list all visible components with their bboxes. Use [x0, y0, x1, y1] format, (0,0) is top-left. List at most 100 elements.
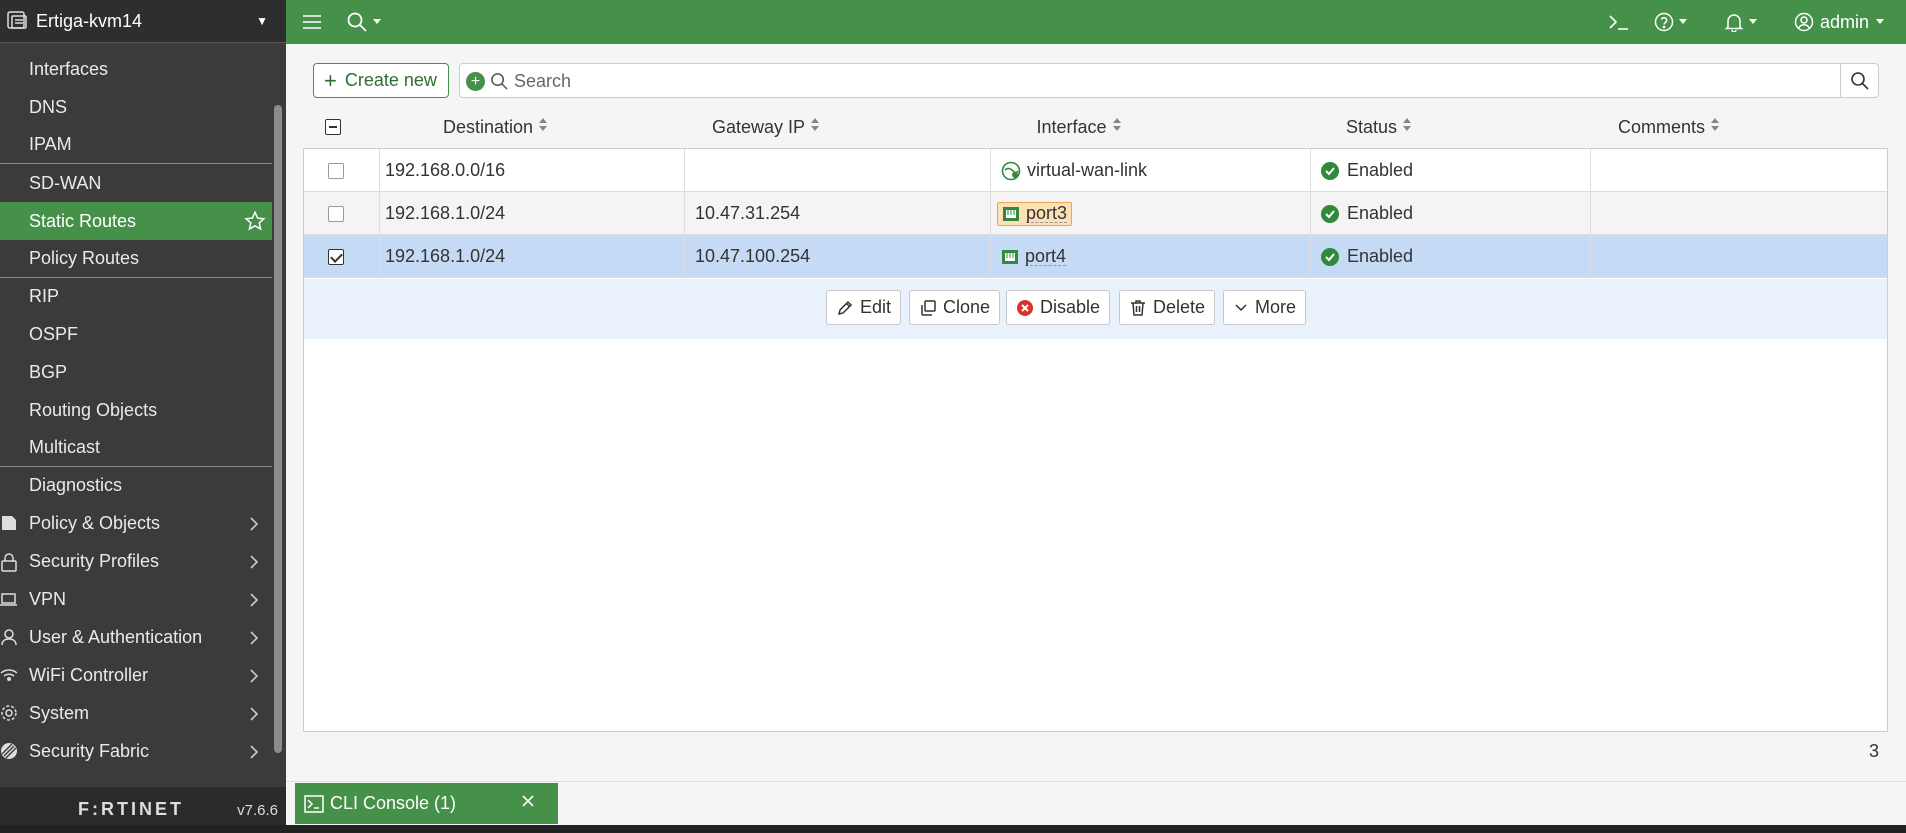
- row-checkbox[interactable]: [328, 163, 344, 179]
- search-submit-button[interactable]: [1840, 64, 1878, 97]
- sidebar-item-system[interactable]: System: [0, 695, 272, 733]
- column-header-interface[interactable]: Interface: [919, 108, 1239, 147]
- sort-icon: [1710, 117, 1720, 138]
- column-label: Gateway IP: [711, 117, 806, 137]
- check-circle-icon: [1321, 161, 1339, 180]
- sidebar-item-bgp[interactable]: BGP: [0, 353, 272, 391]
- status-label: Enabled: [1347, 246, 1414, 266]
- chevron-right-icon: [248, 514, 262, 534]
- interface-tag[interactable]: port4: [997, 245, 1070, 269]
- sidebar-item-security-fabric[interactable]: Security Fabric: [0, 733, 272, 771]
- port-icon: [1002, 206, 1020, 222]
- sidebar-item-user-authentication[interactable]: User & Authentication: [0, 619, 272, 657]
- checkbox-cell: [304, 192, 380, 235]
- table-row[interactable]: 192.168.0.0/16 virtual-wan-link Enabled: [304, 149, 1887, 192]
- sidebar-item-label: WiFi Controller: [29, 665, 149, 686]
- sidebar-item-multicast[interactable]: Multicast: [0, 429, 272, 467]
- sd-wan-icon: [1001, 161, 1021, 181]
- table-row[interactable]: 192.168.1.0/24 10.47.31.254 port3 Enable…: [304, 192, 1887, 235]
- sidebar-item-label: OSPF: [29, 323, 79, 344]
- sidebar-item-label: SD-WAN: [29, 172, 102, 193]
- edit-button[interactable]: Edit: [826, 290, 902, 325]
- interface-tag[interactable]: port3: [997, 201, 1073, 226]
- sidebar-item-security-profiles[interactable]: Security Profiles: [0, 543, 272, 581]
- terminal-icon: [1609, 15, 1628, 30]
- sidebar-item-rip[interactable]: RIP: [0, 278, 272, 316]
- global-search-button[interactable]: [346, 0, 382, 44]
- row-checkbox[interactable]: [328, 249, 344, 265]
- gateway-cell: [685, 149, 991, 192]
- sidebar-item-ospf[interactable]: OSPF: [0, 316, 272, 354]
- chevron-down-icon: ▼: [256, 14, 268, 28]
- help-icon: [1654, 12, 1674, 32]
- chevron-right-icon: [248, 628, 262, 648]
- column-header-comments[interactable]: Comments: [1519, 108, 1819, 147]
- column-header-status[interactable]: Status: [1239, 108, 1519, 147]
- table-row[interactable]: 192.168.1.0/24 10.47.100.254 port4 Enabl…: [304, 235, 1887, 278]
- checkbox-cell: [304, 149, 380, 192]
- pencil-icon: [837, 300, 853, 315]
- sidebar-item-label: VPN: [29, 589, 67, 610]
- version-label: v7.6.6: [237, 802, 278, 819]
- sidebar-item-label: IPAM: [29, 134, 72, 155]
- caret-down-icon: [373, 19, 381, 24]
- chevron-down-icon: [1235, 303, 1247, 311]
- select-all-checkbox[interactable]: [325, 119, 341, 135]
- admin-menu-button[interactable]: admin: [1794, 0, 1885, 44]
- add-filter-icon[interactable]: +: [466, 72, 485, 91]
- close-icon[interactable]: [520, 793, 542, 814]
- bell-icon: [1724, 14, 1744, 32]
- sidebar-item-wifi-controller[interactable]: WiFi Controller: [0, 657, 272, 695]
- column-label: Comments: [1617, 117, 1706, 137]
- sidebar-item-label: User & Authentication: [29, 627, 203, 648]
- more-button[interactable]: More: [1223, 290, 1307, 325]
- sidebar-item-interfaces[interactable]: Interfaces: [0, 51, 272, 89]
- cli-console-button[interactable]: [1608, 0, 1630, 44]
- column-label: Destination: [442, 117, 534, 137]
- search-input[interactable]: [514, 68, 1714, 94]
- sidebar-scrollbar[interactable]: [274, 105, 282, 753]
- create-new-button[interactable]: + Create new: [313, 63, 449, 98]
- comments-cell: [1591, 192, 1887, 235]
- sidebar-item-diagnostics[interactable]: Diagnostics: [0, 467, 272, 505]
- gear-icon: [0, 704, 20, 724]
- help-menu-button[interactable]: [1654, 0, 1688, 44]
- column-header-destination[interactable]: Destination: [383, 108, 608, 147]
- taskbar-strip: [0, 825, 1906, 833]
- clone-label: Clone: [943, 297, 991, 317]
- more-label: More: [1255, 297, 1297, 317]
- chevron-right-icon: [248, 590, 262, 610]
- sidebar-item-vpn[interactable]: VPN: [0, 581, 272, 619]
- table-body: 192.168.0.0/16 virtual-wan-link Enabled …: [303, 148, 1888, 732]
- sidebar-item-static-routes[interactable]: Static Routes: [0, 202, 272, 240]
- chevron-right-icon: [248, 552, 262, 572]
- disable-button[interactable]: Disable: [1006, 290, 1111, 325]
- fabric-icon: [0, 742, 20, 762]
- device-selector[interactable]: Ertiga-kvm14 ▼: [0, 0, 286, 43]
- clone-button[interactable]: Clone: [909, 290, 1001, 325]
- gateway-cell: 10.47.100.254: [685, 235, 991, 278]
- sidebar-item-label: Diagnostics: [29, 475, 123, 496]
- sidebar-item-dns[interactable]: DNS: [0, 89, 272, 127]
- fortinet-logo: F:RTINET: [78, 799, 184, 819]
- sidebar-item-policy-objects[interactable]: Policy & Objects: [0, 505, 272, 543]
- delete-button[interactable]: Delete: [1119, 290, 1216, 325]
- sidebar-item-policy-routes[interactable]: Policy Routes: [0, 240, 272, 278]
- laptop-icon: [0, 590, 20, 610]
- cli-console-tab[interactable]: CLI Console (1): [295, 783, 558, 824]
- star-icon[interactable]: [244, 210, 266, 232]
- sidebar-item-sd-wan[interactable]: SD-WAN: [0, 164, 272, 202]
- search-bar: +: [459, 63, 1879, 98]
- interface-cell: port3: [991, 192, 1311, 235]
- wifi-icon: [0, 666, 20, 686]
- sidebar-item-ipam[interactable]: IPAM: [0, 127, 272, 165]
- sidebar: Ertiga-kvm14 ▼ Interfaces DNS IPAM SD-WA…: [0, 0, 286, 833]
- policy-icon: [0, 514, 20, 534]
- notifications-button[interactable]: [1724, 0, 1758, 44]
- row-checkbox[interactable]: [328, 206, 344, 222]
- menu-toggle-button[interactable]: [302, 0, 322, 44]
- terminal-icon: [304, 794, 324, 813]
- sidebar-item-routing-objects[interactable]: Routing Objects: [0, 391, 272, 429]
- admin-label: admin: [1820, 11, 1870, 32]
- column-header-gateway-ip[interactable]: Gateway IP: [613, 108, 919, 147]
